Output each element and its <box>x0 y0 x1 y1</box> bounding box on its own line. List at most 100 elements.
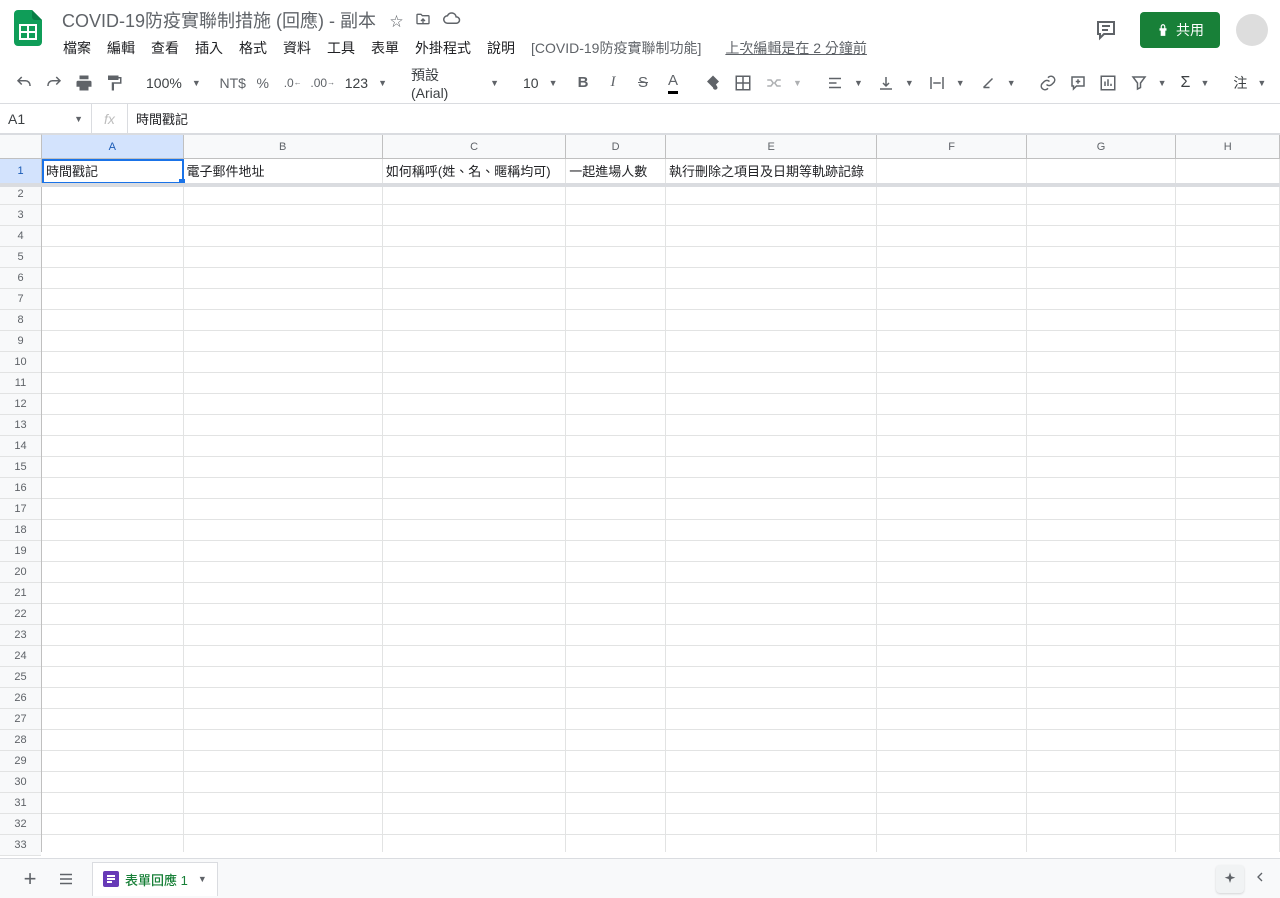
cell-B13[interactable] <box>184 415 383 436</box>
cell-F13[interactable] <box>877 415 1027 436</box>
row-header-21[interactable]: 21 <box>0 583 41 604</box>
cell-A19[interactable] <box>42 541 184 562</box>
star-icon[interactable]: ☆ <box>390 11 403 30</box>
ime-button[interactable]: 注▼ <box>1227 70 1272 96</box>
cell-F32[interactable] <box>877 814 1027 835</box>
font-size-select[interactable]: 10▼ <box>517 70 557 96</box>
cell-C8[interactable] <box>383 310 566 331</box>
sheets-logo[interactable] <box>8 8 48 48</box>
cell-D25[interactable] <box>566 667 666 688</box>
row-header-28[interactable]: 28 <box>0 730 41 751</box>
cell-B2[interactable] <box>184 184 383 205</box>
cell-H26[interactable] <box>1176 688 1280 709</box>
cell-D9[interactable] <box>566 331 666 352</box>
redo-button[interactable] <box>40 69 68 97</box>
cell-B9[interactable] <box>184 331 383 352</box>
cell-G31[interactable] <box>1027 793 1177 814</box>
cell-D28[interactable] <box>566 730 666 751</box>
cell-H6[interactable] <box>1176 268 1280 289</box>
font-select[interactable]: 預設 (Arial)▼ <box>405 70 505 96</box>
cell-F7[interactable] <box>877 289 1027 310</box>
bold-button[interactable]: B <box>569 69 597 97</box>
row-header-11[interactable]: 11 <box>0 373 41 394</box>
cell-D24[interactable] <box>566 646 666 667</box>
percent-button[interactable]: % <box>249 69 277 97</box>
cell-E31[interactable] <box>666 793 877 814</box>
cell-H14[interactable] <box>1176 436 1280 457</box>
row-header-3[interactable]: 3 <box>0 205 41 226</box>
paint-format-button[interactable] <box>100 69 128 97</box>
cell-F2[interactable] <box>877 184 1027 205</box>
cell-H17[interactable] <box>1176 499 1280 520</box>
cell-F27[interactable] <box>877 709 1027 730</box>
cell-F9[interactable] <box>877 331 1027 352</box>
explore-button[interactable] <box>1216 865 1244 893</box>
cell-G30[interactable] <box>1027 772 1177 793</box>
cell-H32[interactable] <box>1176 814 1280 835</box>
cell-H1[interactable] <box>1176 159 1280 184</box>
row-header-20[interactable]: 20 <box>0 562 41 583</box>
cell-C1[interactable]: 如何稱呼(姓、名、暱稱均可) <box>383 159 566 184</box>
cell-A33[interactable] <box>42 835 184 852</box>
cell-B8[interactable] <box>184 310 383 331</box>
row-header-5[interactable]: 5 <box>0 247 41 268</box>
cell-G7[interactable] <box>1027 289 1177 310</box>
sheet-tab[interactable]: 表單回應 1 ▼ <box>92 862 218 896</box>
cell-H7[interactable] <box>1176 289 1280 310</box>
row-header-31[interactable]: 31 <box>0 793 41 814</box>
cell-E12[interactable] <box>666 394 877 415</box>
cell-F29[interactable] <box>877 751 1027 772</box>
cell-H28[interactable] <box>1176 730 1280 751</box>
cell-E19[interactable] <box>666 541 877 562</box>
row-header-1[interactable]: 1 <box>0 159 41 184</box>
cell-A12[interactable] <box>42 394 184 415</box>
cell-B32[interactable] <box>184 814 383 835</box>
functions-button[interactable]: Σ▼ <box>1175 70 1216 96</box>
cell-F10[interactable] <box>877 352 1027 373</box>
cell-G22[interactable] <box>1027 604 1177 625</box>
cell-E17[interactable] <box>666 499 877 520</box>
cell-F8[interactable] <box>877 310 1027 331</box>
cell-B18[interactable] <box>184 520 383 541</box>
cell-E30[interactable] <box>666 772 877 793</box>
cell-F1[interactable] <box>877 159 1027 184</box>
cell-H18[interactable] <box>1176 520 1280 541</box>
cell-D1[interactable]: 一起進場人數 <box>566 159 666 184</box>
cell-H20[interactable] <box>1176 562 1280 583</box>
cell-G18[interactable] <box>1027 520 1177 541</box>
cell-G8[interactable] <box>1027 310 1177 331</box>
cell-H13[interactable] <box>1176 415 1280 436</box>
cell-H27[interactable] <box>1176 709 1280 730</box>
cell-C6[interactable] <box>383 268 566 289</box>
cell-C22[interactable] <box>383 604 566 625</box>
cell-G14[interactable] <box>1027 436 1177 457</box>
cell-D2[interactable] <box>566 184 666 205</box>
cell-A15[interactable] <box>42 457 184 478</box>
cell-B7[interactable] <box>184 289 383 310</box>
cell-B33[interactable] <box>184 835 383 852</box>
name-box[interactable]: A1▼ <box>0 104 92 133</box>
row-header-18[interactable]: 18 <box>0 520 41 541</box>
cell-E4[interactable] <box>666 226 877 247</box>
cell-A16[interactable] <box>42 478 184 499</box>
cell-H21[interactable] <box>1176 583 1280 604</box>
cell-E29[interactable] <box>666 751 877 772</box>
cell-C4[interactable] <box>383 226 566 247</box>
cell-E9[interactable] <box>666 331 877 352</box>
cell-E25[interactable] <box>666 667 877 688</box>
strikethrough-button[interactable]: S <box>629 69 657 97</box>
cell-B24[interactable] <box>184 646 383 667</box>
row-header-25[interactable]: 25 <box>0 667 41 688</box>
cell-C9[interactable] <box>383 331 566 352</box>
menu-插入[interactable]: 插入 <box>188 34 230 62</box>
cell-F18[interactable] <box>877 520 1027 541</box>
cell-D27[interactable] <box>566 709 666 730</box>
cell-A21[interactable] <box>42 583 184 604</box>
cell-G4[interactable] <box>1027 226 1177 247</box>
increase-decimal-button[interactable]: .00→ <box>309 69 337 97</box>
cloud-icon[interactable] <box>443 11 461 30</box>
cell-D13[interactable] <box>566 415 666 436</box>
cell-C25[interactable] <box>383 667 566 688</box>
cell-H3[interactable] <box>1176 205 1280 226</box>
share-button[interactable]: 共用 <box>1140 12 1220 48</box>
